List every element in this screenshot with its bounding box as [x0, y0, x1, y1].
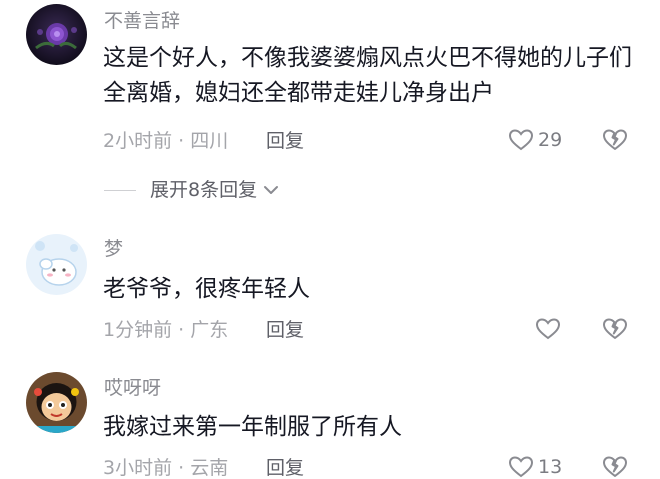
username[interactable]: 梦 — [104, 238, 123, 260]
like-button[interactable]: 29 — [508, 128, 562, 152]
dislike-button[interactable] — [602, 454, 628, 479]
heart-icon — [508, 129, 534, 151]
reply-button[interactable]: 回复 — [266, 457, 304, 479]
broken-heart-icon — [603, 456, 627, 477]
chevron-down-icon — [264, 186, 279, 194]
like-button[interactable] — [535, 317, 565, 341]
broken-heart-icon — [603, 318, 627, 339]
like-button[interactable]: 13 — [508, 455, 562, 479]
username[interactable]: 不善言辞 — [104, 10, 180, 32]
like-count: 13 — [538, 456, 563, 478]
comment-item: 梦 老爷爷，很疼年轻人 1分钟前 · 广东 回复 — [0, 230, 660, 360]
doll-avatar-icon — [26, 372, 87, 433]
heart-icon — [508, 456, 534, 478]
comment-text: 这是个好人，不像我婆婆煽风点火巴不得她的儿子们全离婚，媳妇还全都带走娃儿净身出户 — [103, 45, 632, 106]
comment-text: 我嫁过来第一年制服了所有人 — [103, 414, 402, 440]
comment-meta: 3小时前 · 云南 — [103, 457, 229, 479]
like-count: 29 — [538, 129, 563, 151]
broken-heart-icon — [603, 129, 627, 150]
avatar[interactable] — [26, 4, 87, 65]
divider-line — [104, 189, 136, 191]
reply-button[interactable]: 回复 — [266, 319, 304, 341]
comment-item: 不善言辞 这是个好人，不像我婆婆煽风点火巴不得她的儿子们全离婚，媳妇还全都带走娃… — [0, 0, 660, 230]
comment-item: 哎呀呀 我嫁过来第一年制服了所有人 3小时前 · 云南 回复 13 — [0, 370, 660, 479]
username[interactable]: 哎呀呀 — [104, 377, 161, 399]
comment-meta: 1分钟前 · 广东 — [103, 319, 229, 341]
avatar[interactable] — [26, 372, 87, 433]
dislike-button[interactable] — [602, 316, 628, 341]
dislike-button[interactable] — [602, 127, 628, 152]
comment-text: 老爷爷，很疼年轻人 — [103, 276, 310, 302]
rose-avatar-icon — [26, 4, 87, 65]
comment-meta: 2小时前 · 四川 — [103, 130, 229, 152]
cartoon-pet-avatar-icon — [26, 234, 87, 295]
expand-replies-label: 展开8条回复 — [150, 179, 258, 201]
avatar[interactable] — [26, 234, 87, 295]
heart-icon — [535, 318, 561, 340]
reply-button[interactable]: 回复 — [266, 130, 304, 152]
expand-replies-button[interactable]: 展开8条回复 — [104, 179, 279, 201]
